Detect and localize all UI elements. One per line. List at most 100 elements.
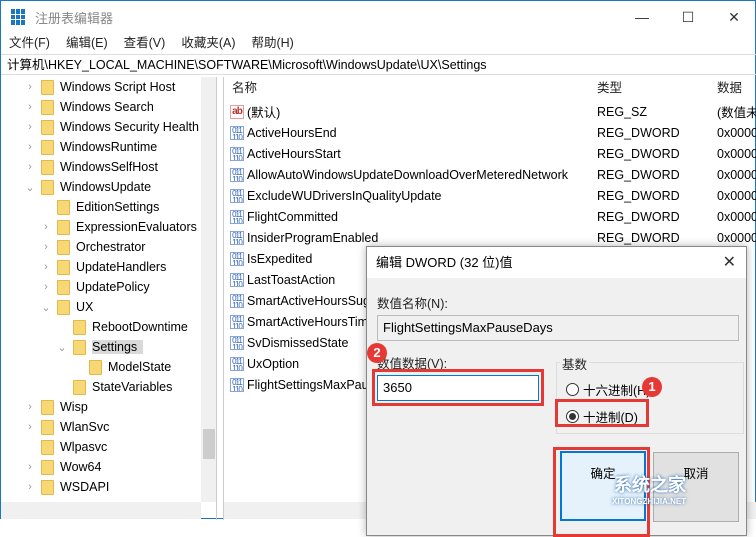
value-name: ActiveHoursEnd bbox=[247, 125, 337, 140]
tree-item-label: WindowsSelfHost bbox=[60, 160, 158, 174]
expander-icon[interactable]: ⌄ bbox=[55, 341, 69, 354]
tree-item[interactable]: ⌄ Settings bbox=[55, 337, 144, 357]
expander-icon[interactable]: ⌄ bbox=[39, 301, 53, 314]
tree-item[interactable]: StateVariables bbox=[55, 377, 172, 397]
expander-icon[interactable]: › bbox=[39, 241, 53, 253]
column-header-type[interactable]: 类型 bbox=[597, 77, 622, 99]
expander-icon[interactable]: › bbox=[39, 221, 53, 233]
tree-item[interactable]: › Wisp bbox=[23, 397, 88, 417]
dialog-title-bar: 编辑 DWORD (32 位)值 ✕ bbox=[367, 247, 746, 278]
watermark-url: XITONGZHIJIA.NET bbox=[612, 497, 687, 506]
binary-value-icon: 011 110 bbox=[230, 146, 244, 161]
value-name: InsiderProgramEnabled bbox=[247, 230, 379, 245]
binary-value-icon: 011 110 bbox=[230, 356, 244, 371]
expander-icon[interactable]: › bbox=[23, 461, 37, 473]
expander-icon[interactable]: › bbox=[23, 121, 37, 133]
folder-icon bbox=[41, 459, 54, 475]
folder-icon bbox=[41, 479, 54, 495]
tree-item[interactable]: › WSDAPI bbox=[23, 477, 109, 497]
tree-item[interactable]: RebootDowntime bbox=[55, 317, 188, 337]
expander-icon[interactable]: › bbox=[23, 421, 37, 433]
menu-edit[interactable]: 编辑(E) bbox=[58, 33, 116, 53]
tree-item-label: UX bbox=[76, 300, 94, 314]
tree-item-label: ModelState bbox=[108, 360, 172, 374]
tree-item[interactable]: EditionSettings bbox=[39, 197, 159, 217]
scrollbar-thumb[interactable] bbox=[203, 429, 215, 459]
menu-view[interactable]: 查看(V) bbox=[116, 33, 174, 53]
binary-value-icon: 011 110 bbox=[230, 251, 244, 266]
window-title: 注册表编辑器 bbox=[35, 10, 114, 26]
hex-radio[interactable]: 十六进制(H) bbox=[566, 380, 650, 399]
minimize-button[interactable]: — bbox=[619, 1, 665, 33]
tree-item-label: WindowsUpdate bbox=[60, 180, 152, 194]
binary-value-icon: 011 110 bbox=[230, 188, 244, 203]
tree-item[interactable]: › Windows Security Health bbox=[23, 117, 199, 137]
menu-file[interactable]: 文件(F) bbox=[1, 33, 58, 53]
tree-item[interactable]: › ExpressionEvaluators bbox=[39, 217, 197, 237]
list-item[interactable]: 011 110 InsiderProgramEnabled REG_DWORD 0x00… bbox=[230, 227, 756, 248]
binary-value-icon: 011 110 bbox=[230, 167, 244, 182]
tree-vertical-scrollbar[interactable] bbox=[201, 77, 216, 502]
close-button[interactable]: ✕ bbox=[711, 1, 756, 33]
expander-icon[interactable]: › bbox=[39, 261, 53, 273]
maximize-button[interactable]: ☐ bbox=[665, 1, 711, 33]
dialog-close-button[interactable]: ✕ bbox=[723, 247, 736, 278]
key-tree: › Windows Script Host › Windows Search › Wind… bbox=[1, 77, 217, 520]
column-header-data[interactable]: 数据 bbox=[717, 77, 742, 99]
tree-item[interactable]: ⌄ WindowsUpdate bbox=[23, 177, 151, 197]
tree-item[interactable]: › WindowsSelfHost bbox=[23, 157, 158, 177]
expander-icon[interactable]: › bbox=[39, 281, 53, 293]
list-item[interactable]: ab (默认) REG_SZ (数值未 bbox=[230, 101, 756, 122]
tree-item-label: StateVariables bbox=[92, 380, 173, 394]
menu-favorites[interactable]: 收藏夹(A) bbox=[173, 33, 243, 53]
value-type: REG_SZ bbox=[597, 104, 648, 119]
tree-item-label: Orchestrator bbox=[76, 240, 146, 254]
list-item[interactable]: 011 110 ActiveHoursStart REG_DWORD 0x0000 bbox=[230, 143, 756, 164]
binary-value-icon: 011 110 bbox=[230, 377, 244, 392]
folder-icon bbox=[41, 159, 54, 175]
value-name: AllowAutoWindowsUpdateDownloadOverMetere… bbox=[247, 167, 568, 182]
folder-icon bbox=[41, 99, 54, 115]
tree-horizontal-scrollbar[interactable] bbox=[1, 502, 201, 519]
tree-item[interactable]: › UpdatePolicy bbox=[39, 277, 150, 297]
tree-item[interactable]: › Wow64 bbox=[23, 457, 101, 477]
tree-item-label: WSDAPI bbox=[60, 480, 110, 494]
column-header-name[interactable]: 名称 bbox=[232, 77, 257, 99]
expander-icon[interactable]: › bbox=[23, 401, 37, 413]
list-item[interactable]: 011 110 ExcludeWUDriversInQualityUpdate REG… bbox=[230, 185, 756, 206]
tree-item-label: EditionSettings bbox=[76, 200, 160, 214]
menu-help[interactable]: 帮助(H) bbox=[243, 33, 301, 53]
folder-icon bbox=[73, 319, 86, 335]
list-item[interactable]: 011 110 AllowAutoWindowsUpdateDownloadOver… bbox=[230, 164, 756, 185]
tree-item[interactable]: ⌄ UX bbox=[39, 297, 93, 317]
list-item[interactable]: 011 110 FlightCommitted REG_DWORD 0x0000 bbox=[230, 206, 756, 227]
expander-icon[interactable]: › bbox=[23, 81, 37, 93]
tree-item[interactable]: › Orchestrator bbox=[39, 237, 145, 257]
value-name-field: FlightSettingsMaxPauseDays bbox=[377, 315, 739, 341]
value-type: REG_DWORD bbox=[597, 167, 680, 182]
tree-item[interactable]: ModelState bbox=[71, 357, 171, 377]
binary-value-icon: 011 110 bbox=[230, 272, 244, 287]
tree-item[interactable]: › WlanSvc bbox=[23, 417, 109, 437]
value-data: (数值未 bbox=[717, 106, 756, 120]
tree-item[interactable]: › Windows Script Host bbox=[23, 77, 175, 97]
expander-icon[interactable]: › bbox=[23, 101, 37, 113]
folder-icon bbox=[57, 299, 70, 315]
expander-icon[interactable]: ⌄ bbox=[23, 181, 37, 194]
tree-item[interactable]: › UpdateHandlers bbox=[39, 257, 166, 277]
list-item[interactable]: 011 110 ActiveHoursEnd REG_DWORD 0x0000 bbox=[230, 122, 756, 143]
tree-item[interactable]: › WindowsRuntime bbox=[23, 137, 157, 157]
expander-icon[interactable]: › bbox=[23, 141, 37, 153]
highlight-box bbox=[372, 369, 544, 406]
tree-item[interactable]: › Windows Search bbox=[23, 97, 154, 117]
tree-item-label: Wow64 bbox=[60, 460, 102, 474]
menu-bar: 文件(F) 编辑(E) 查看(V) 收藏夹(A) 帮助(H) bbox=[1, 33, 302, 53]
tree-item[interactable]: Wlpasvc bbox=[23, 437, 107, 457]
binary-value-icon: 011 110 bbox=[230, 314, 244, 329]
radio-unchecked-icon bbox=[566, 383, 579, 396]
address-bar[interactable]: 计算机\HKEY_LOCAL_MACHINE\SOFTWARE\Microsof… bbox=[1, 54, 756, 75]
step-badge-1: 1 bbox=[642, 377, 662, 397]
expander-icon[interactable]: › bbox=[23, 481, 37, 493]
tree-item-label: UpdatePolicy bbox=[76, 280, 150, 294]
expander-icon[interactable]: › bbox=[23, 161, 37, 173]
